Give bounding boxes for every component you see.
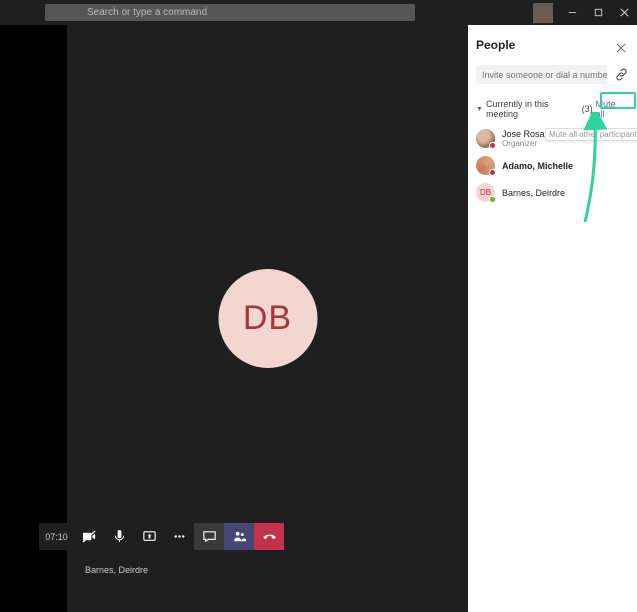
search-input[interactable]: Search or type a command: [45, 4, 415, 21]
chat-button[interactable]: [194, 523, 224, 550]
meeting-stage: DB 07:10: [67, 25, 468, 612]
participant-row[interactable]: Adamo, Michelle: [476, 156, 629, 175]
participant-name: Barnes, Deirdre: [502, 188, 565, 198]
more-actions-button[interactable]: [164, 523, 194, 550]
avatar-initials-small: DB: [480, 188, 491, 197]
copy-link-button[interactable]: [613, 67, 629, 83]
window-controls: [533, 3, 631, 23]
minimize-button[interactable]: [565, 6, 579, 20]
main-area: DB 07:10: [0, 25, 637, 612]
presence-available-icon: [489, 196, 496, 203]
caret-down-icon: ▼: [476, 106, 483, 113]
close-panel-button[interactable]: [616, 40, 626, 50]
maximize-button[interactable]: [591, 6, 605, 20]
presence-busy-icon: [489, 142, 496, 149]
participant-avatar: [476, 129, 495, 148]
stage-participant-name: Barnes, Deirdre: [85, 565, 148, 575]
presence-busy-icon: [489, 169, 496, 176]
participant-name: Adamo, Michelle: [502, 161, 573, 171]
share-screen-button[interactable]: [134, 523, 164, 550]
titlebar: Search or type a command: [0, 0, 637, 25]
participant-avatar: [476, 156, 495, 175]
people-button[interactable]: [224, 523, 254, 550]
participant-row[interactable]: DB Barnes, Deirdre: [476, 183, 629, 202]
invite-input[interactable]: [476, 65, 607, 84]
section-header[interactable]: ▼ Currently in this meeting (3) Mute all: [476, 97, 629, 121]
participant-avatar-large: DB: [218, 269, 317, 368]
hang-up-button[interactable]: [254, 523, 284, 550]
mute-all-button[interactable]: Mute all: [593, 97, 629, 121]
avatar-initials: DB: [243, 299, 292, 338]
panel-title: People: [476, 38, 629, 52]
participant-row[interactable]: Jose Rosario Organizer Mute all other pa…: [476, 129, 629, 148]
section-count: (3): [582, 104, 593, 114]
invite-row: [476, 65, 629, 84]
participant-avatar: DB: [476, 183, 495, 202]
close-button[interactable]: [617, 6, 631, 20]
call-controls-bar: 07:10: [39, 523, 284, 550]
mute-all-tooltip: Mute all other participants: [545, 128, 637, 141]
search-placeholder: Search or type a command: [87, 7, 207, 18]
section-label: Currently in this meeting: [486, 99, 579, 119]
people-panel: People ▼ Currently in this meeting (3) M…: [468, 25, 637, 612]
user-avatar-square[interactable]: [533, 3, 553, 23]
camera-toggle-button[interactable]: [74, 523, 104, 550]
mic-toggle-button[interactable]: [104, 523, 134, 550]
call-timer: 07:10: [39, 523, 74, 550]
